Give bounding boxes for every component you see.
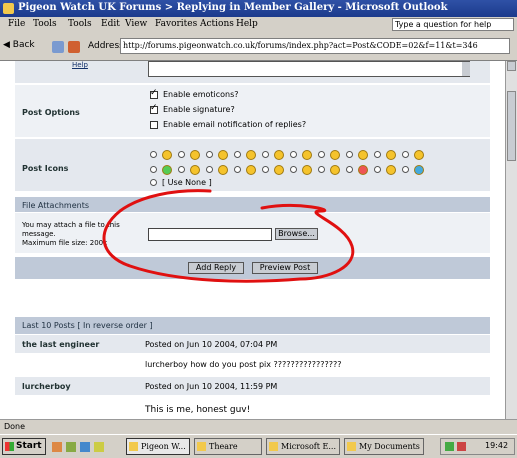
menu-bar: File Tools Tools Edit View Favorites Act…	[0, 17, 517, 35]
task-microsoft[interactable]: Microsoft E...	[266, 438, 340, 455]
task-theare[interactable]: Theare	[194, 438, 262, 455]
window-icon	[197, 442, 206, 451]
back-arrow-icon: ◀	[3, 40, 10, 50]
window-icon	[269, 442, 278, 451]
tray-icon[interactable]	[457, 442, 466, 451]
back-button[interactable]: ◀ Back	[3, 40, 35, 50]
task-label: Theare	[209, 442, 238, 451]
scroll-up-arrow[interactable]	[507, 61, 516, 71]
task-label: My Documents	[359, 442, 420, 451]
menu-favorites[interactable]: Favorites	[155, 19, 197, 29]
refresh-icon[interactable]	[52, 41, 64, 53]
menu-edit[interactable]: Edit	[101, 19, 120, 29]
annotation-stroke	[102, 189, 355, 283]
menu-help[interactable]: Help	[236, 19, 258, 29]
menu-view[interactable]: View	[125, 19, 147, 29]
quicklaunch-icon[interactable]	[52, 442, 62, 452]
status-text: Done	[4, 422, 26, 431]
outlook-app-icon	[3, 3, 14, 14]
task-my-documents[interactable]: My Documents	[344, 438, 424, 455]
window-titlebar[interactable]: Pigeon Watch UK Forums > Replying in Mem…	[0, 0, 517, 17]
task-label: Microsoft E...	[281, 442, 336, 451]
task-label: Pigeon W...	[141, 442, 186, 451]
page-scrollbar[interactable]	[505, 61, 517, 419]
clock: 19:42	[485, 441, 509, 450]
scroll-thumb[interactable]	[507, 91, 516, 161]
window-title: Pigeon Watch UK Forums > Replying in Mem…	[18, 2, 448, 13]
start-label: Start	[16, 441, 42, 451]
system-tray: 19:42	[440, 438, 515, 455]
menu-tools-1[interactable]: Tools	[33, 19, 57, 29]
help-question-input[interactable]: Type a question for help	[392, 18, 514, 31]
quicklaunch-icon[interactable]	[80, 442, 90, 452]
menu-actions[interactable]: Actions	[200, 19, 234, 29]
folder-icon	[347, 442, 356, 451]
web-page-content: Help Post Options Enable emoticons? Enab…	[0, 61, 505, 419]
status-bar: Done	[0, 419, 517, 435]
browser-icon	[129, 442, 138, 451]
address-label: Address	[88, 41, 124, 51]
tray-icon[interactable]	[445, 442, 454, 451]
task-pigeon-watch[interactable]: Pigeon W...	[126, 438, 190, 455]
windows-taskbar: Start Pigeon W... Theare Microsoft E... …	[0, 434, 517, 458]
menu-file[interactable]: File	[8, 19, 25, 29]
red-annotation-circle	[102, 189, 355, 283]
quicklaunch-icon[interactable]	[66, 442, 76, 452]
menu-tools-2[interactable]: Tools	[68, 19, 92, 29]
stop-icon[interactable]	[68, 41, 80, 53]
quicklaunch-icon[interactable]	[94, 442, 104, 452]
windows-logo-icon	[5, 442, 14, 451]
back-button-label: Back	[12, 40, 35, 50]
address-toolbar: ◀ Back Address http://forums.pigeonwatch…	[0, 34, 517, 61]
start-button[interactable]: Start	[2, 438, 46, 455]
address-input[interactable]: http://forums.pigeonwatch.co.uk/forums/i…	[120, 38, 510, 54]
